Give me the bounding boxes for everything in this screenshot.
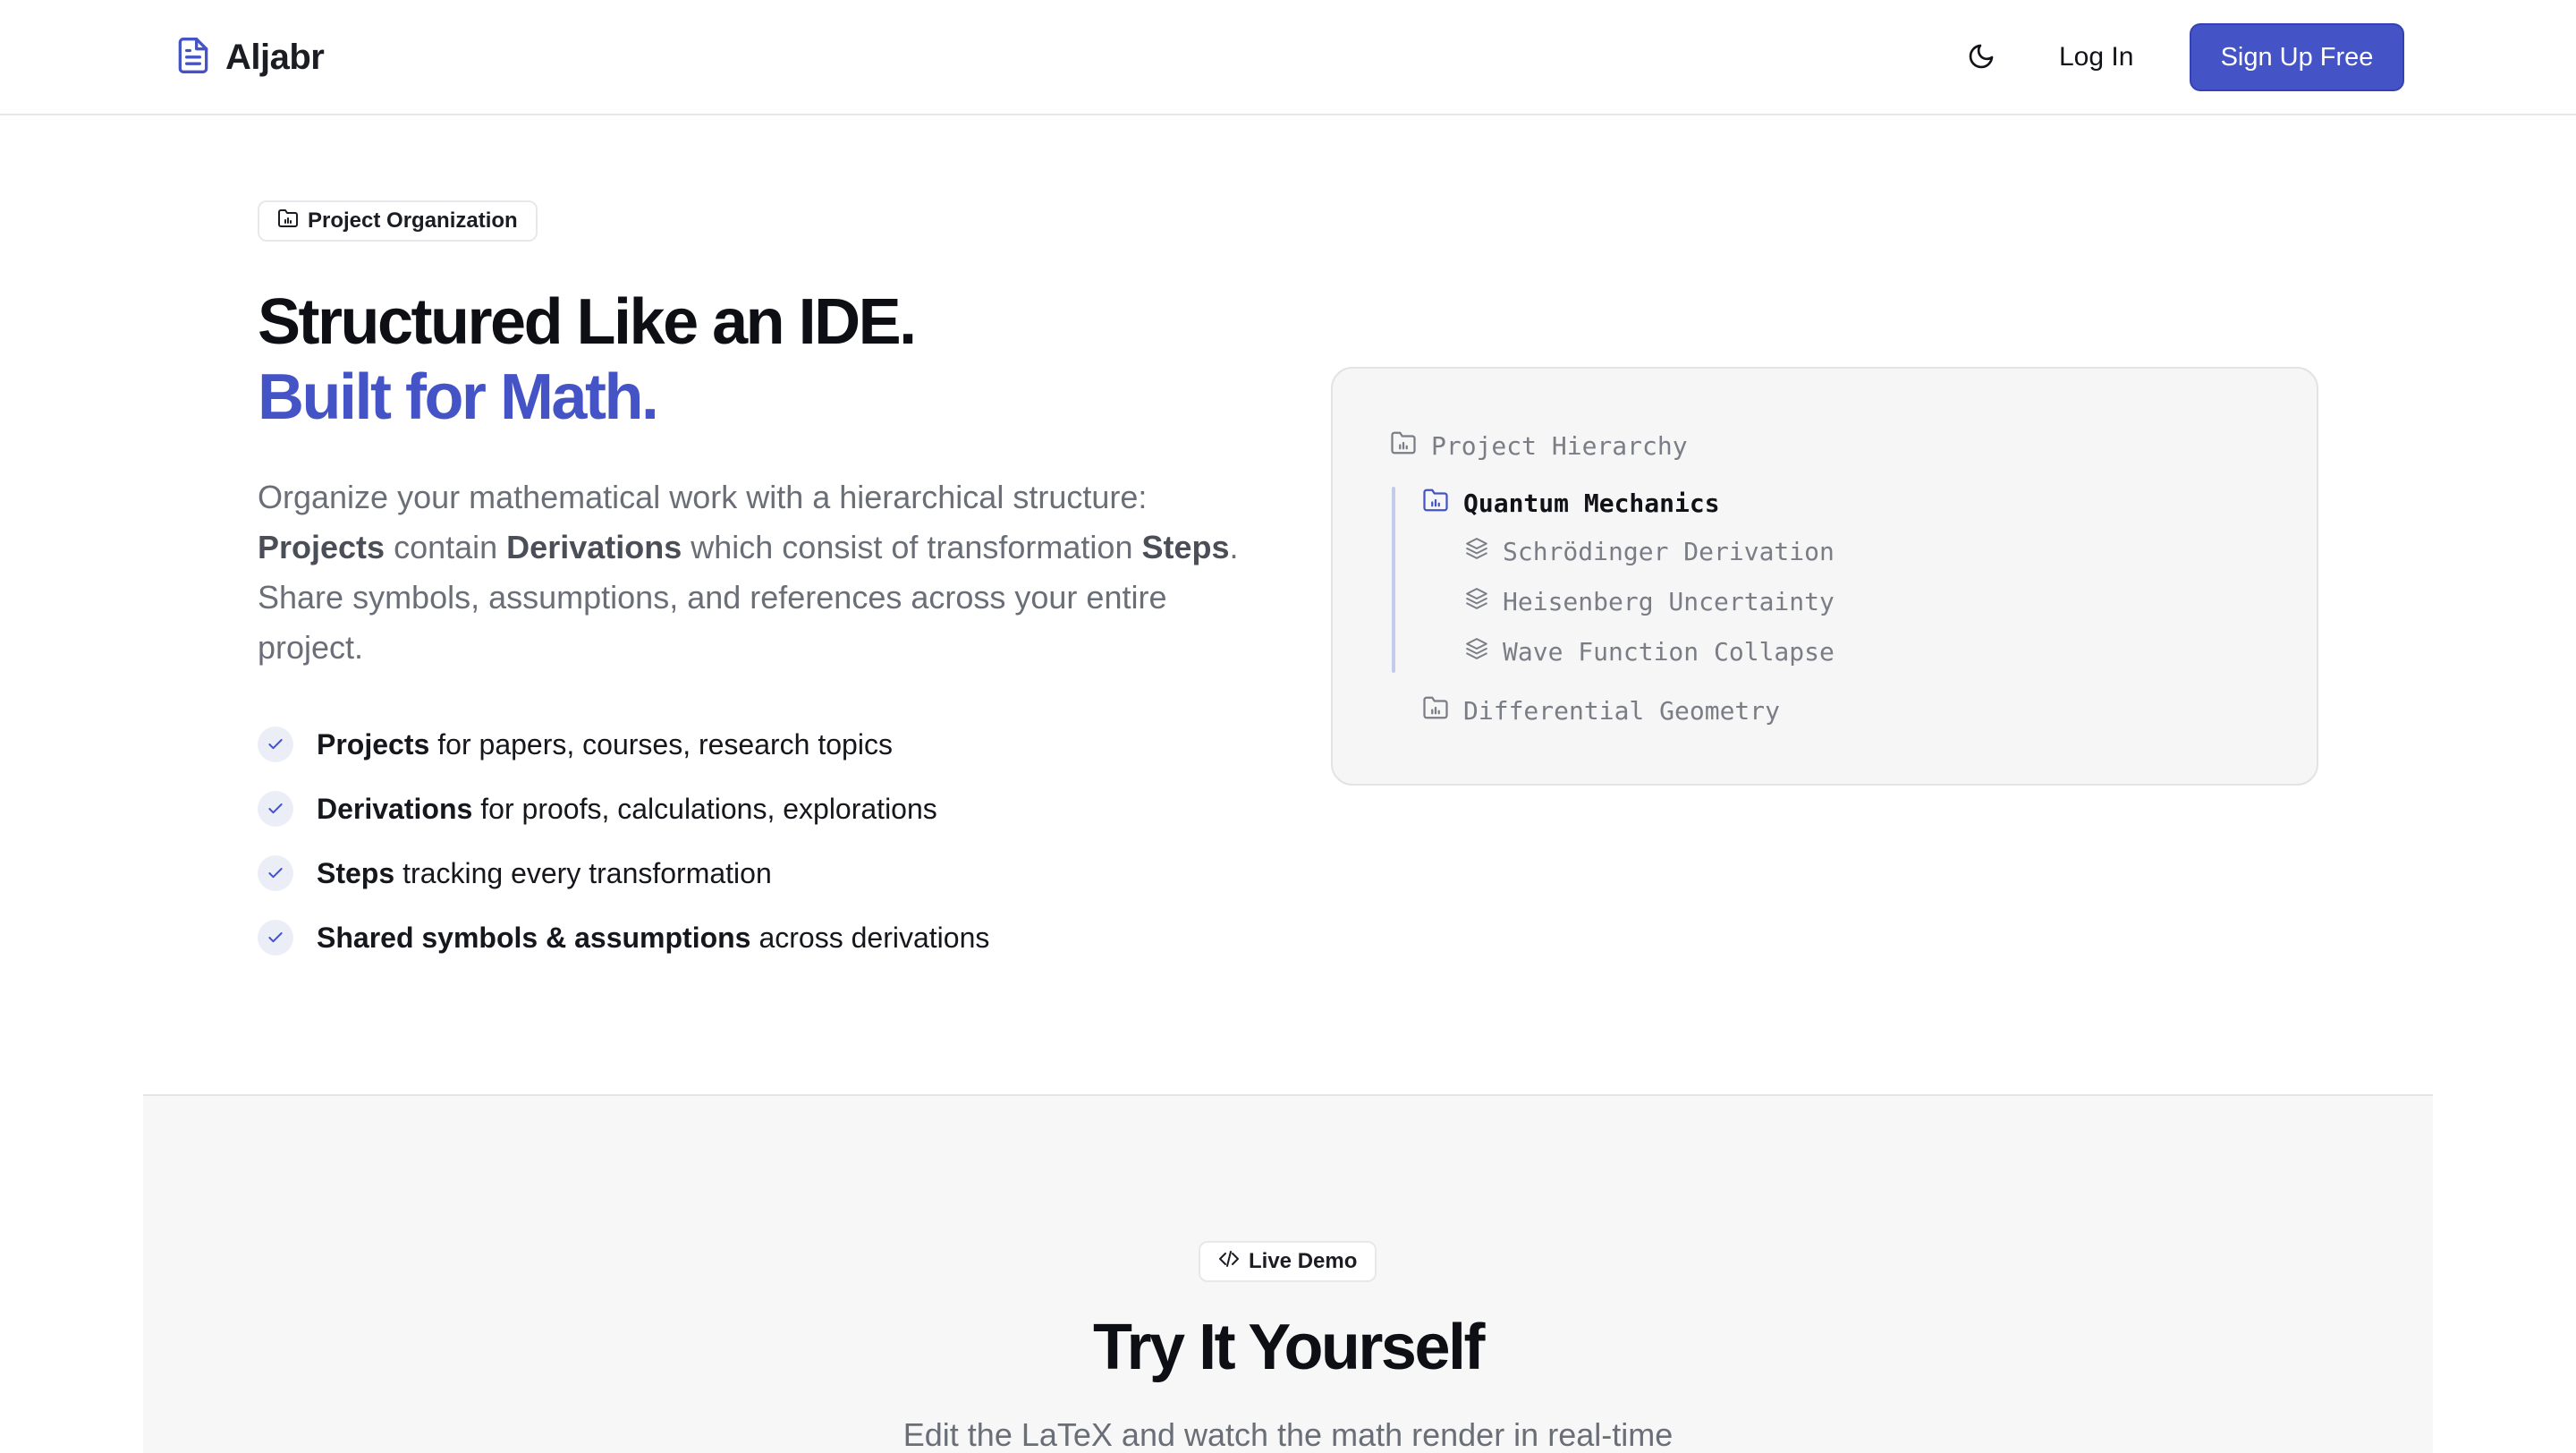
live-demo-section: Live Demo Try It Yourself Edit the LaTeX…	[143, 1094, 2433, 1453]
document-icon	[174, 34, 213, 81]
section-badge: Project Organization	[258, 200, 538, 242]
tree-derivation-item[interactable]: Heisenberg Uncertainty	[1465, 587, 1835, 616]
desc-consist: which consist of transformation	[682, 529, 1142, 565]
project-hierarchy-panel: Project Hierarchy Quantum Mechanics Schr…	[1331, 367, 2318, 786]
feature-bold: Derivations	[317, 792, 473, 825]
hero-title-line2: Built for Math.	[258, 361, 659, 433]
check-icon	[258, 855, 293, 891]
feature-item: Derivations for proofs, calculations, exp…	[258, 777, 989, 841]
layers-icon	[1465, 537, 1488, 566]
tree-derivation-item[interactable]: Wave Function Collapse	[1465, 637, 1835, 667]
login-link[interactable]: Log In	[2048, 34, 2144, 81]
check-icon	[258, 726, 293, 762]
tree-header-label: Project Hierarchy	[1431, 431, 1688, 461]
folder-icon	[1422, 694, 1449, 727]
layers-icon	[1465, 587, 1488, 616]
tree-guide-line	[1392, 487, 1395, 673]
tree-header: Project Hierarchy	[1390, 429, 1688, 463]
hero-description: Organize your mathematical work with a h…	[258, 472, 1259, 673]
check-icon	[258, 920, 293, 956]
feature-item: Projects for papers, courses, research to…	[258, 712, 989, 777]
feature-list: Projects for papers, courses, research to…	[258, 712, 989, 970]
feature-bold: Projects	[317, 727, 430, 760]
desc-intro: Organize your mathematical work with a h…	[258, 479, 1148, 515]
brand-logo[interactable]: Aljabr	[174, 34, 325, 81]
feature-text: for papers, courses, research topics	[437, 727, 893, 760]
tree-derivation-label: Heisenberg Uncertainty	[1503, 587, 1835, 616]
tree-project-quantum-mechanics[interactable]: Quantum Mechanics	[1422, 487, 1720, 520]
desc-steps: Steps	[1141, 529, 1230, 565]
folder-icon	[277, 208, 299, 235]
feature-bold: Shared symbols & assumptions	[317, 921, 751, 954]
feature-text: across derivations	[758, 921, 990, 954]
tree-derivation-label: Schrödinger Derivation	[1503, 537, 1835, 566]
desc-projects: Projects	[258, 529, 386, 565]
tree-project-label: Differential Geometry	[1463, 696, 1781, 726]
code-icon	[1218, 1248, 1240, 1276]
demo-title: Try It Yourself	[1093, 1312, 1485, 1383]
feature-item: Steps tracking every transformation	[258, 841, 989, 905]
section-badge-label: Project Organization	[308, 208, 518, 233]
desc-derivations: Derivations	[506, 529, 682, 565]
brand-name: Aljabr	[225, 37, 325, 77]
signup-button[interactable]: Sign Up Free	[2190, 23, 2404, 91]
feature-bold: Steps	[317, 856, 395, 889]
layers-icon	[1465, 637, 1488, 667]
folder-icon	[1390, 429, 1417, 463]
section-badge-label: Live Demo	[1249, 1249, 1358, 1273]
feature-text: tracking every transformation	[402, 856, 772, 889]
demo-subtitle: Edit the LaTeX and watch the math render…	[902, 1416, 1674, 1453]
tree-derivation-item[interactable]: Schrödinger Derivation	[1465, 537, 1835, 566]
feature-text: for proofs, calculations, explorations	[480, 792, 937, 825]
moon-icon	[1967, 42, 1996, 75]
section-badge: Live Demo	[1199, 1241, 1377, 1282]
tree-derivation-label: Wave Function Collapse	[1503, 637, 1835, 667]
tree-project-label: Quantum Mechanics	[1463, 489, 1720, 518]
feature-item: Shared symbols & assumptions across deriv…	[258, 905, 989, 970]
folder-icon	[1422, 487, 1449, 520]
hero-title-line1: Structured Like an IDE.	[258, 286, 917, 358]
desc-contain: contain	[385, 529, 507, 565]
tree-project-differential-geometry[interactable]: Differential Geometry	[1422, 694, 1780, 727]
theme-toggle-button[interactable]	[1959, 36, 2004, 81]
check-icon	[258, 791, 293, 827]
hero-title: Structured Like an IDE. Built for Math.	[258, 285, 917, 435]
top-navbar: Aljabr Log In Sign Up Free	[0, 0, 2576, 115]
